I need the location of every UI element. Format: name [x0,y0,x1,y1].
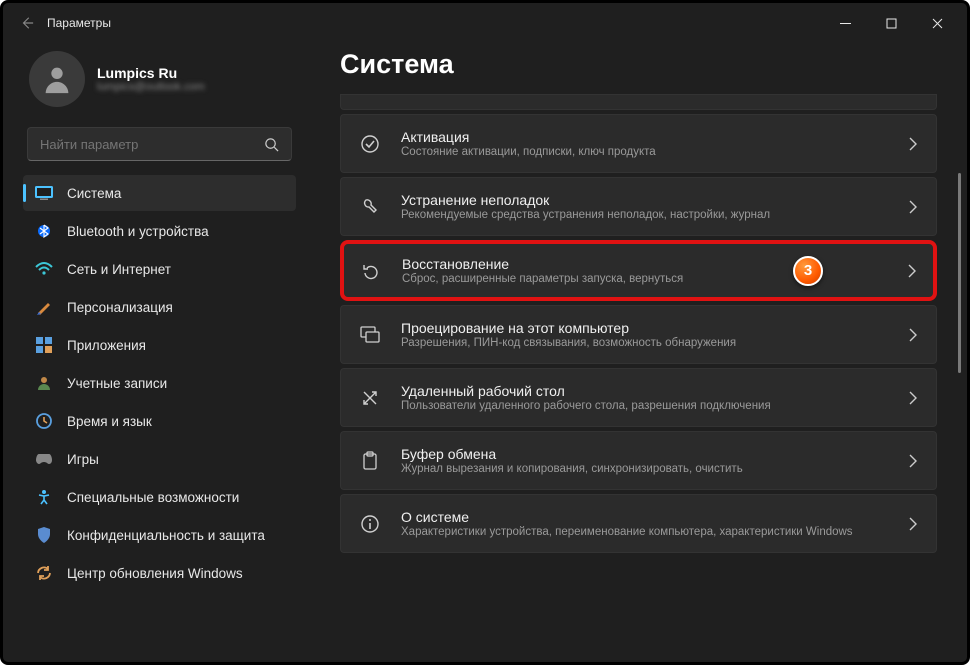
account-block[interactable]: Lumpics Ru lumpics@outlook.com [23,43,296,123]
maximize-button[interactable] [869,8,913,38]
settings-card-recovery[interactable]: Восстановление Сброс, расширенные параме… [340,240,937,301]
system-icon [35,184,53,202]
card-title: Буфер обмена [401,446,888,462]
nav-label: Специальные возможности [67,490,239,505]
chevron-right-icon [908,517,918,531]
card-subtitle: Рекомендуемые средства устранения непола… [401,209,888,221]
search-input[interactable] [40,137,264,152]
about-icon [359,514,381,534]
nav-item-network[interactable]: Сеть и Интернет [23,251,296,287]
nav-list: Система Bluetooth и устройства Сеть и Ин… [23,175,296,591]
chevron-right-icon [907,264,917,278]
sidebar: Lumpics Ru lumpics@outlook.com Система B… [3,43,308,662]
nav-item-gaming[interactable]: Игры [23,441,296,477]
accessibility-icon [35,488,53,506]
settings-card-about[interactable]: О системе Характеристики устройства, пер… [340,494,937,553]
nav-item-bluetooth[interactable]: Bluetooth и устройства [23,213,296,249]
settings-card-clipboard[interactable]: Буфер обмена Журнал вырезания и копирова… [340,431,937,490]
nav-label: Приложения [67,338,146,353]
person-icon [40,62,74,96]
page-title: Система [340,49,937,80]
scrollbar-thumb[interactable] [958,173,961,373]
minimize-button[interactable] [823,8,867,38]
chevron-right-icon [908,137,918,151]
nav-label: Система [67,186,121,201]
chevron-right-icon [908,328,918,342]
settings-card-truncated[interactable] [340,94,937,110]
nav-label: Конфиденциальность и защита [67,528,265,543]
settings-window: Параметры Lumpics Ru lumpics@outlook.com [0,0,970,665]
projecting-icon [359,326,381,344]
card-subtitle: Пользователи удаленного рабочего стола, … [401,400,888,412]
shield-icon [35,526,53,544]
nav-label: Сеть и Интернет [67,262,171,277]
nav-label: Центр обновления Windows [67,566,243,581]
wifi-icon [35,260,53,278]
nav-item-apps[interactable]: Приложения [23,327,296,363]
card-title: Удаленный рабочий стол [401,383,888,399]
window-title: Параметры [43,16,823,30]
settings-card-troubleshoot[interactable]: Устранение неполадок Рекомендуемые средс… [340,177,937,236]
maximize-icon [886,18,897,29]
remote-desktop-icon [359,388,381,408]
paintbrush-icon [35,298,53,316]
back-button[interactable] [11,16,43,30]
chevron-right-icon [908,391,918,405]
account-name: Lumpics Ru [97,65,205,81]
gaming-icon [35,450,53,468]
nav-item-accessibility[interactable]: Специальные возможности [23,479,296,515]
card-title: Устранение неполадок [401,192,888,208]
minimize-icon [840,18,851,29]
settings-list: Активация Состояние активации, подписки,… [340,94,937,553]
settings-card-activation[interactable]: Активация Состояние активации, подписки,… [340,114,937,173]
chevron-right-icon [908,200,918,214]
search-box[interactable] [27,127,292,161]
bluetooth-icon [35,222,53,240]
nav-item-update[interactable]: Центр обновления Windows [23,555,296,591]
nav-label: Игры [67,452,99,467]
recovery-icon [360,261,382,281]
account-email: lumpics@outlook.com [97,81,205,93]
card-subtitle: Состояние активации, подписки, ключ прод… [401,146,888,158]
search-icon [264,137,279,152]
nav-label: Персонализация [67,300,173,315]
settings-card-remote-desktop[interactable]: Удаленный рабочий стол Пользователи удал… [340,368,937,427]
accounts-icon [35,374,53,392]
scrollbar[interactable] [958,173,961,652]
nav-item-accounts[interactable]: Учетные записи [23,365,296,401]
clipboard-icon [359,451,381,471]
close-button[interactable] [915,8,959,38]
nav-label: Время и язык [67,414,152,429]
back-arrow-icon [20,16,34,30]
apps-icon [35,336,53,354]
nav-label: Учетные записи [67,376,167,391]
settings-card-projecting[interactable]: Проецирование на этот компьютер Разрешен… [340,305,937,364]
card-subtitle: Характеристики устройства, переименовани… [401,526,888,538]
troubleshoot-icon [359,197,381,217]
clock-icon [35,412,53,430]
avatar [29,51,85,107]
card-subtitle: Разрешения, ПИН-код связывания, возможно… [401,337,888,349]
card-title: Активация [401,129,888,145]
titlebar: Параметры [3,3,967,43]
step-badge: 3 [793,256,823,286]
card-title: О системе [401,509,888,525]
chevron-right-icon [908,454,918,468]
card-title: Проецирование на этот компьютер [401,320,888,336]
main-content: Система Активация Состояние активации, п… [308,43,967,662]
update-icon [35,564,53,582]
nav-item-system[interactable]: Система [23,175,296,211]
card-subtitle: Журнал вырезания и копирования, синхрони… [401,463,888,475]
activation-icon [359,134,381,154]
nav-item-privacy[interactable]: Конфиденциальность и защита [23,517,296,553]
window-controls [823,8,959,38]
close-icon [932,18,943,29]
nav-item-personalization[interactable]: Персонализация [23,289,296,325]
nav-label: Bluetooth и устройства [67,224,209,239]
nav-item-time[interactable]: Время и язык [23,403,296,439]
